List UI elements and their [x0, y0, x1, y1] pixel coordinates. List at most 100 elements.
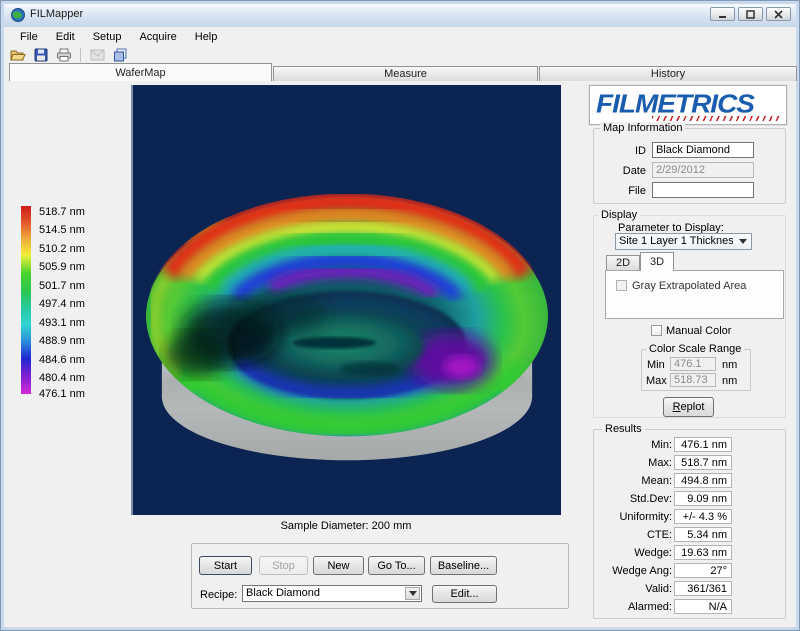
parameter-dropdown-value: Site 1 Layer 1 Thickness	[619, 235, 733, 247]
close-button[interactable]	[766, 7, 791, 21]
stop-button[interactable]: Stop	[259, 556, 308, 575]
result-value: N/A	[674, 599, 732, 614]
result-label: Alarmed:	[598, 601, 672, 613]
result-value: 476.1 nm	[674, 437, 732, 452]
result-value: 5.34 nm	[674, 527, 732, 542]
copy-icon[interactable]	[112, 47, 129, 63]
parameter-dropdown-arrow[interactable]	[735, 235, 750, 248]
export-icon-disabled[interactable]	[89, 47, 106, 63]
max-label: Max	[646, 375, 667, 387]
result-value: 361/361	[674, 581, 732, 596]
date-field	[652, 162, 754, 178]
color-scale-label: 514.5 nm	[39, 224, 85, 236]
chevron-down-icon	[739, 239, 747, 244]
result-label: Uniformity:	[598, 511, 672, 523]
color-scale-label: 518.7 nm	[39, 206, 85, 218]
file-field[interactable]	[652, 182, 754, 198]
save-icon[interactable]	[32, 47, 49, 63]
results-group: Results Min: 476.1 nm Max: 518.7 nm Mean…	[593, 429, 786, 619]
tab-measure[interactable]: Measure	[273, 66, 538, 81]
result-value: 27°	[674, 563, 732, 578]
color-scale-label: 480.4 nm	[39, 372, 85, 384]
filmetrics-logo: FILMETRICS	[589, 85, 787, 125]
baseline-button[interactable]: Baseline...	[430, 556, 497, 575]
recipe-label: Recipe:	[200, 589, 237, 601]
close-icon	[774, 10, 783, 19]
tab-history[interactable]: History	[539, 66, 797, 81]
recipe-dropdown[interactable]: Black Diamond	[242, 585, 422, 602]
minimize-icon	[718, 10, 727, 19]
tab-2d[interactable]: 2D	[606, 255, 640, 270]
color-scale-label: 501.7 nm	[39, 280, 85, 292]
window-title: FILMapper	[30, 8, 83, 20]
color-scale-label: 505.9 nm	[39, 261, 85, 273]
recipe-dropdown-arrow[interactable]	[405, 587, 420, 600]
menu-file[interactable]: File	[11, 29, 47, 45]
color-scale-legend: 518.7 nm 514.5 nm 510.2 nm 505.9 nm 501.…	[19, 206, 119, 396]
menu-setup[interactable]: Setup	[84, 29, 131, 45]
title-bar: FILMapper	[4, 4, 796, 27]
go-to-button[interactable]: Go To...	[368, 556, 425, 575]
open-file-icon[interactable]	[9, 47, 26, 63]
gray-extrapolated-label: Gray Extrapolated Area	[632, 280, 746, 292]
manual-color-checkbox[interactable]	[651, 325, 662, 336]
tab-3d[interactable]: 3D	[640, 252, 674, 271]
result-label: Mean:	[598, 475, 672, 487]
color-scale-label: 510.2 nm	[39, 243, 85, 255]
map-information-title: Map Information	[600, 122, 685, 134]
parameter-dropdown[interactable]: Site 1 Layer 1 Thickness	[615, 233, 752, 250]
map-information-group: Map Information ID Date File	[593, 128, 786, 204]
maximize-icon	[746, 10, 755, 19]
app-window: FILMapper File Edit Setup Acquire Help	[0, 0, 800, 631]
max-unit: nm	[722, 375, 737, 387]
color-scale-label: 476.1 nm	[39, 388, 85, 400]
result-value: 518.7 nm	[674, 455, 732, 470]
print-icon[interactable]	[55, 47, 72, 63]
toolbar-separator	[80, 48, 81, 62]
result-label: Wedge Ang:	[598, 565, 672, 577]
result-label: Valid:	[598, 583, 672, 595]
color-scale-range-group: Color Scale Range Min nm Max nm	[641, 349, 751, 391]
menu-help[interactable]: Help	[186, 29, 227, 45]
minimize-button[interactable]	[710, 7, 735, 21]
result-value: 9.09 nm	[674, 491, 732, 506]
main-tab-bar: WaferMap Measure History	[5, 63, 795, 81]
color-scale-label: 484.6 nm	[39, 354, 85, 366]
color-scale-label: 488.9 nm	[39, 335, 85, 347]
color-scale-label: 493.1 nm	[39, 317, 85, 329]
logo-text: FILMETRICS	[596, 89, 754, 118]
result-label: Min:	[598, 439, 672, 451]
display-3d-panel: Gray Extrapolated Area	[605, 270, 784, 319]
menu-edit[interactable]: Edit	[47, 29, 84, 45]
start-button[interactable]: Start	[199, 556, 252, 575]
gray-extrapolated-checkbox[interactable]	[616, 280, 627, 291]
result-label: CTE:	[598, 529, 672, 541]
date-label: Date	[602, 165, 646, 177]
menu-bar: File Edit Setup Acquire Help	[5, 27, 795, 46]
replot-label: Replot	[664, 401, 713, 413]
min-field	[670, 357, 716, 371]
color-scale-bar	[21, 206, 31, 394]
results-title: Results	[602, 423, 645, 435]
wafer-map-3d-view[interactable]	[131, 85, 561, 515]
min-label: Min	[647, 359, 665, 371]
max-field	[670, 373, 716, 387]
recipe-dropdown-value: Black Diamond	[246, 587, 403, 599]
replot-button[interactable]: Replot	[663, 397, 714, 417]
result-value: 19.63 nm	[674, 545, 732, 560]
result-value: 494.8 nm	[674, 473, 732, 488]
maximize-button[interactable]	[738, 7, 763, 21]
menu-acquire[interactable]: Acquire	[130, 29, 185, 45]
min-unit: nm	[722, 359, 737, 371]
id-field[interactable]	[652, 142, 754, 158]
logo-hatch-marks	[652, 116, 780, 121]
toolbar	[5, 46, 795, 64]
id-label: ID	[602, 145, 646, 157]
edit-recipe-button[interactable]: Edit...	[432, 585, 497, 603]
color-scale-label: 497.4 nm	[39, 298, 85, 310]
result-value: +/- 4.3 %	[674, 509, 732, 524]
sample-diameter-caption: Sample Diameter: 200 mm	[131, 520, 561, 532]
app-icon	[11, 8, 25, 22]
tab-wafermap[interactable]: WaferMap	[9, 63, 272, 81]
new-button[interactable]: New	[313, 556, 364, 575]
